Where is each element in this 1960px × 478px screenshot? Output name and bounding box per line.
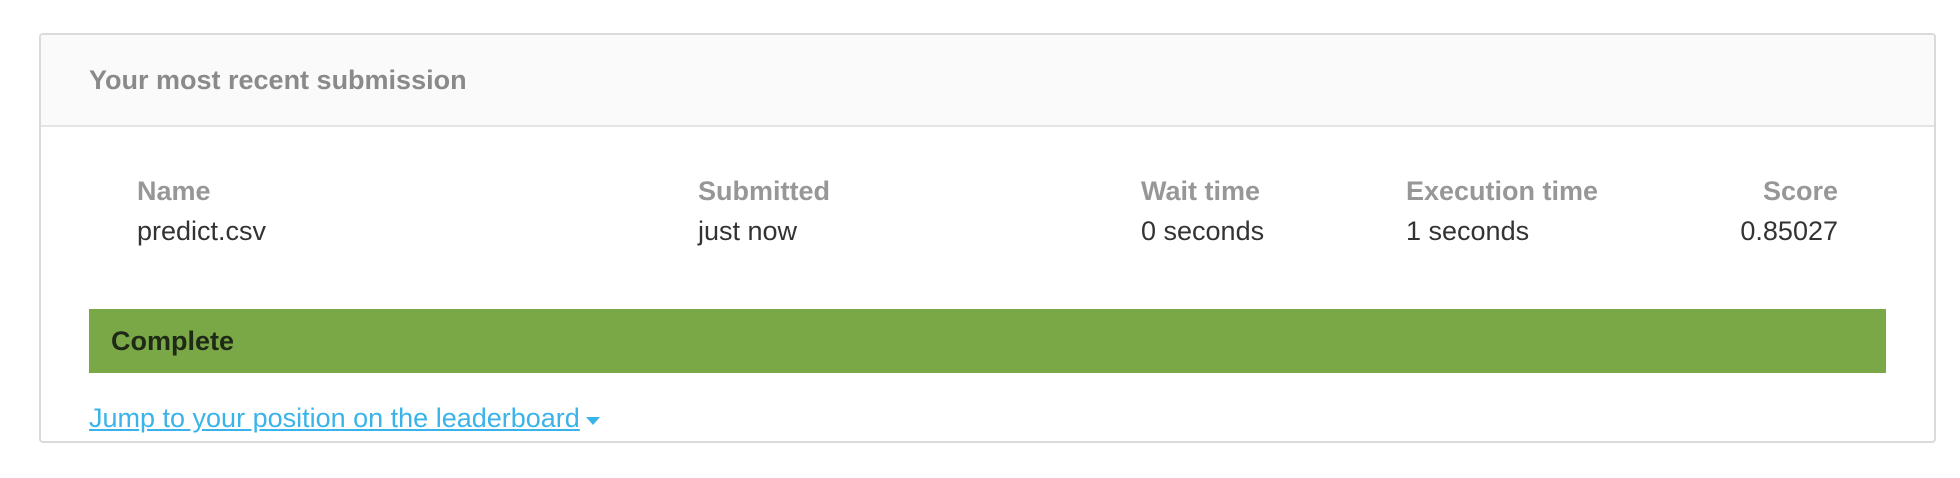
execution-time-label: Execution time <box>1406 176 1599 206</box>
panel-title: Your most recent submission <box>89 64 467 95</box>
execution-time-column: Execution time 1 seconds <box>1406 171 1598 251</box>
wait-time-column: Wait time 0 seconds <box>1141 171 1264 251</box>
caret-down-icon <box>585 416 600 425</box>
submitted-label: Submitted <box>698 176 830 206</box>
jump-link-label: Jump to your position on the leaderboard <box>89 403 580 433</box>
status-text: Complete <box>111 325 235 356</box>
submission-panel: Your most recent submission Name predict… <box>39 33 1936 443</box>
submitted-value: just now <box>698 216 798 246</box>
score-value: 0.85027 <box>1740 216 1838 246</box>
status-bar: Complete <box>89 309 1886 373</box>
score-label: Score <box>1762 176 1838 206</box>
submission-details: Name predict.csv Submitted just now Wait… <box>89 127 1886 247</box>
wait-time-label: Wait time <box>1141 176 1261 206</box>
execution-time-value: 1 seconds <box>1406 216 1530 246</box>
score-column: Score 0.85027 <box>1740 171 1838 251</box>
submitted-column: Submitted just now <box>698 171 830 251</box>
jump-to-leaderboard-link[interactable]: Jump to your position on the leaderboard <box>89 403 600 434</box>
name-label: Name <box>137 176 211 206</box>
panel-header: Your most recent submission <box>41 35 1934 127</box>
name-value: predict.csv <box>137 216 267 246</box>
wait-time-value: 0 seconds <box>1141 216 1265 246</box>
name-column: Name predict.csv <box>137 171 266 251</box>
panel-body: Name predict.csv Submitted just now Wait… <box>41 127 1934 433</box>
